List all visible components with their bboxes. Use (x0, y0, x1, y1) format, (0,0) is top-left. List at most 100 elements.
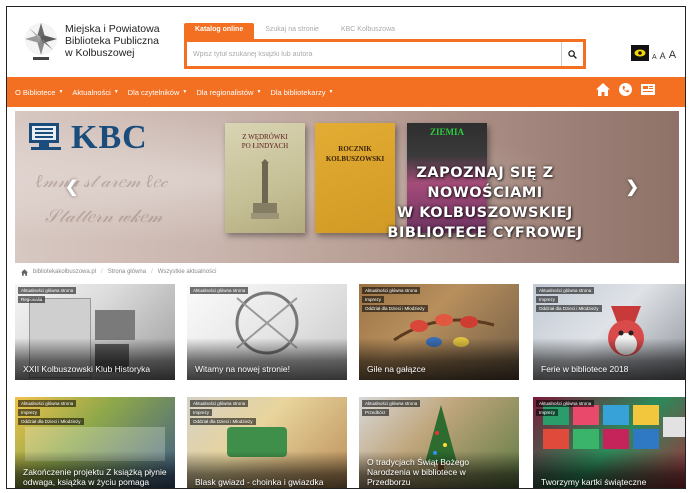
font-size-large-button[interactable]: A (669, 49, 676, 61)
caret-down-icon: ▼ (256, 89, 262, 95)
nav-icons (596, 83, 655, 96)
breadcrumb-separator: / (101, 269, 103, 275)
breadcrumb-item[interactable]: Strona główna (108, 269, 146, 275)
news-card[interactable]: Aktualności główna strona Przedbórz O tr… (359, 397, 519, 488)
card-title[interactable]: Gile na gałązce (367, 364, 511, 374)
nav-item-label: Dla czytelników (127, 87, 180, 97)
book-title-line: ZIEMIA (429, 127, 464, 137)
kbc-logo: KBC (27, 119, 148, 157)
library-name[interactable]: Miejska i Powiatowa Biblioteka Publiczna… (65, 23, 160, 59)
caret-down-icon: ▼ (113, 89, 119, 95)
home-icon[interactable] (596, 83, 610, 96)
eye-icon (634, 49, 646, 57)
slider-prev-arrow-icon[interactable]: ❮ (65, 177, 78, 197)
nav-item-label: Dla bibliotekarzy (270, 87, 326, 97)
card-tags: Aktualności główna strona Imprezy Oddzia… (536, 287, 602, 312)
search-tabs: Katalog online Szukaj na stronie KBC Kol… (184, 23, 406, 39)
font-size-medium-button[interactable]: A (660, 51, 666, 61)
card-tag: Imprezy (190, 409, 213, 416)
banner-headline-line: W KOLBUSZOWSKIEJ (397, 205, 573, 221)
search-input[interactable] (193, 47, 553, 61)
library-name-line: Miejska i Powiatowa (65, 23, 160, 35)
book-title-line: PO ŁINDYACH (241, 142, 289, 150)
search-icon (568, 49, 577, 59)
card-tag: Oddział dla Dzieci i Młodzieży (536, 305, 602, 312)
breadcrumb-item: Wszystkie aktualności (157, 269, 217, 275)
card-tags: Aktualności główna strona Regionalia (18, 287, 77, 303)
nav-item-news[interactable]: Aktualności ▼ (72, 88, 118, 97)
tab-kbc[interactable]: KBC Kolbuszowa (330, 23, 406, 39)
news-card[interactable]: Aktualności główna strona Imprezy Oddzia… (533, 284, 685, 380)
banner-headline[interactable]: ZAPOZNAJ SIĘ Z NOWOŚCIAMI W KOLBUSZOWSKI… (359, 163, 611, 243)
card-tag: Aktualności główna strona (190, 400, 249, 407)
card-title[interactable]: O tradycjach Świąt Bożego Narodzenia w b… (367, 457, 511, 487)
tower-illustration (251, 159, 279, 219)
card-title[interactable]: XXII Kolbuszowski Klub Historyka (23, 364, 167, 374)
news-card[interactable]: Aktualności główna strona Imprezy Tworzy… (533, 397, 685, 488)
photo-image (95, 310, 135, 340)
card-tag: Aktualności główna strona (190, 287, 249, 294)
home-icon[interactable] (21, 268, 28, 276)
card-tag: Oddział dla Dzieci i Młodzieży (190, 418, 256, 425)
card-title[interactable]: Ferie w bibliotece 2018 (541, 364, 685, 374)
breadcrumb: bibliotekakolbuszowa.pl / Strona główna … (21, 265, 216, 279)
phone-icon[interactable] (619, 83, 632, 96)
nav-item-label: O Bibliotece (15, 87, 56, 97)
library-name-line: w Kolbuszowej (65, 47, 135, 59)
card-tag: Aktualności główna strona (362, 287, 421, 294)
banner-headline-line: BIBLIOTECE CYFROWEJ (387, 225, 583, 241)
news-card[interactable]: Aktualności główna strona Regionalia XXI… (15, 284, 175, 380)
book-title-line: KOLBUSZOWSKI (325, 155, 385, 163)
decorative-script: ℓ𝓂𝓃𝓊 𝓈𝓉 𝒶𝓇𝑒𝓂 ℓ𝑒𝒸 (35, 171, 168, 191)
nav-item-regionalists[interactable]: Dla regionalistów ▼ (196, 88, 261, 97)
news-card[interactable]: Aktualności główna strona Imprezy Oddzia… (359, 284, 519, 380)
library-name-line: Biblioteka Publiczna (65, 35, 159, 47)
card-tag: Przedbórz (362, 409, 389, 416)
nav-item-librarians[interactable]: Dla bibliotekarzy ▼ (270, 88, 333, 97)
library-logo-icon[interactable] (21, 19, 61, 63)
card-title[interactable]: Witamy na nowej stronie! (195, 364, 339, 374)
card-tag: Regionalia (18, 296, 46, 303)
book-title-line: ROCZNIK (338, 145, 372, 153)
card-tag: Aktualności główna strona (536, 287, 595, 294)
nav-item-label: Aktualności (72, 87, 111, 97)
decorative-script: 𝒮𝓉𝒶𝓉𝓉𝑒𝓇𝓃 𝓌𝓀𝑒𝓂 (45, 206, 163, 226)
card-tag: Aktualności główna strona (362, 400, 421, 407)
card-tag: Imprezy (18, 409, 41, 416)
book-title-line: Z WĘDRÓWKI (242, 133, 288, 141)
card-title[interactable]: Zakończenie projektu Z książką płynie od… (23, 467, 167, 487)
card-tags: Aktualności główna strona Imprezy Oddzia… (18, 400, 84, 425)
main-nav: O Bibliotece ▼ Aktualności ▼ Dla czytelnik… (7, 77, 685, 107)
font-size-small-button[interactable]: A (652, 54, 657, 61)
nav-item-about[interactable]: O Bibliotece ▼ (15, 88, 63, 97)
breadcrumb-item[interactable]: bibliotekakolbuszowa.pl (33, 269, 96, 275)
computer-books-icon (29, 123, 61, 150)
contrast-toggle-button[interactable] (631, 45, 649, 61)
search-box (184, 39, 586, 69)
tab-site-search[interactable]: Szukaj na stronie (254, 23, 330, 39)
search-button[interactable] (561, 42, 583, 66)
news-card[interactable]: Aktualności główna strona Imprezy Oddzia… (15, 397, 175, 488)
kbc-banner-slider[interactable]: ℓ𝓂𝓃𝓊 𝓈𝓉 𝒶𝓇𝑒𝓂 ℓ𝑒𝒸 𝒮𝓉𝒶𝓉𝓉𝑒𝓇𝓃 𝓌𝓀𝑒𝓂 𝓂𝑒𝓃 𝓁𝑒 𝓇𝒾… (15, 111, 679, 263)
caret-down-icon: ▼ (182, 89, 188, 95)
card-tag: Aktualności główna strona (18, 287, 77, 294)
card-tag: Imprezy (536, 409, 559, 416)
card-tags: Aktualności główna strona Imprezy (536, 400, 595, 416)
card-tag: Oddział dla Dzieci i Młodzieży (18, 418, 84, 425)
banner-headline-line: ZAPOZNAJ SIĘ Z NOWOŚCIAMI (416, 165, 554, 201)
card-title[interactable]: Tworzymy kartki świąteczne (541, 477, 685, 487)
card-tag: Imprezy (362, 296, 385, 303)
newsletter-icon[interactable] (641, 83, 655, 96)
caret-down-icon: ▼ (58, 89, 64, 95)
breadcrumb-separator: / (151, 269, 153, 275)
nav-item-readers[interactable]: Dla czytelników ▼ (128, 88, 188, 97)
nav-item-label: Dla regionalistów (196, 87, 254, 97)
card-tag: Aktualności główna strona (536, 400, 595, 407)
slider-next-arrow-icon[interactable]: ❯ (626, 177, 639, 197)
news-card[interactable]: Aktualności główna strona Witamy na nowe… (187, 284, 347, 380)
card-title[interactable]: Blask gwiazd - choinka i gwiazdka (195, 477, 339, 487)
tab-catalog-online[interactable]: Katalog online (184, 23, 255, 39)
accessibility-controls: A A A (631, 45, 676, 61)
caret-down-icon: ▼ (328, 89, 334, 95)
news-card[interactable]: Aktualności główna strona Imprezy Oddzia… (187, 397, 347, 488)
